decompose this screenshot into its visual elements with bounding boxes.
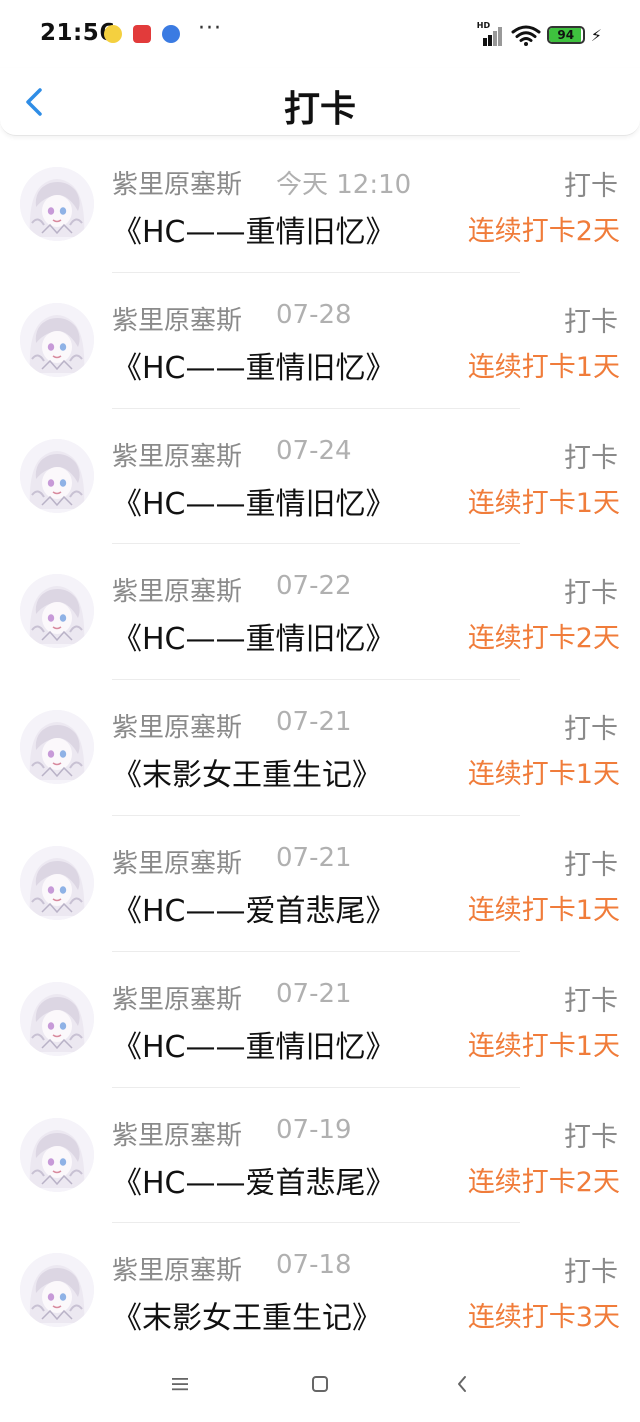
- streak-label: 连续打卡1天: [467, 894, 620, 926]
- checkin-entry[interactable]: 紫里原塞斯 07-21 打卡 《末影女王重生记》 连续打卡1天: [0, 680, 640, 816]
- streak-label: 连续打卡3天: [467, 1302, 620, 1334]
- entry-time: 07-21: [276, 707, 352, 738]
- avatar[interactable]: [20, 1253, 94, 1328]
- entry-time: 今天 12:10: [276, 170, 412, 200]
- user-name: 紫里原塞斯: [112, 713, 243, 744]
- checkin-tag: 打卡: [564, 442, 618, 474]
- book-title: 《HC——爱首悲尾》: [112, 893, 396, 929]
- avatar[interactable]: [20, 302, 94, 377]
- menu-button[interactable]: [160, 1368, 200, 1400]
- user-name: 紫里原塞斯: [112, 1256, 243, 1287]
- avatar[interactable]: [20, 710, 94, 785]
- streak-label: 连续打卡2天: [467, 1166, 620, 1198]
- avatar[interactable]: [20, 438, 94, 513]
- streak-label: 连续打卡2天: [467, 623, 620, 655]
- book-title: 《HC——重情旧忆》: [112, 350, 396, 386]
- notification-app-icon: [104, 25, 122, 43]
- checkin-entry[interactable]: 紫里原塞斯 07-24 打卡 《HC——重情旧忆》 连续打卡1天: [0, 409, 640, 545]
- checkin-tag: 打卡: [564, 985, 618, 1017]
- more-dots-icon: ···: [198, 16, 222, 41]
- book-title: 《HC——重情旧忆》: [112, 486, 396, 522]
- checkin-entry[interactable]: 紫里原塞斯 今天 12:10 打卡 《HC——重情旧忆》 连续打卡2天: [0, 137, 640, 273]
- streak-label: 连续打卡1天: [467, 487, 620, 519]
- entry-time: 07-19: [276, 1114, 352, 1145]
- entry-time: 07-21: [276, 978, 352, 1009]
- back-chevron-icon: [458, 1376, 466, 1392]
- checkin-entry[interactable]: 紫里原塞斯 07-19 打卡 《HC——爱首悲尾》 连续打卡2天: [0, 1088, 640, 1224]
- streak-label: 连续打卡2天: [467, 216, 620, 247]
- checkin-tag: 打卡: [564, 171, 618, 202]
- home-button[interactable]: [300, 1368, 340, 1400]
- checkin-tag: 打卡: [564, 306, 618, 338]
- user-name: 紫里原塞斯: [112, 1120, 243, 1151]
- checkin-tag: 打卡: [564, 849, 618, 881]
- user-name: 紫里原塞斯: [112, 170, 243, 200]
- avatar[interactable]: [20, 574, 94, 649]
- book-title: 《HC——爱首悲尾》: [112, 1165, 396, 1201]
- entry-time: 07-24: [276, 435, 352, 466]
- system-back-button[interactable]: [442, 1368, 482, 1400]
- system-nav-bar: [0, 1346, 640, 1422]
- notification-app-icon: [133, 25, 151, 43]
- avatar[interactable]: [20, 845, 94, 920]
- user-name: 紫里原塞斯: [112, 984, 243, 1015]
- network-badge: HD: [476, 21, 491, 30]
- entry-time: 07-22: [276, 571, 352, 602]
- checkin-entry[interactable]: 紫里原塞斯 07-21 打卡 《HC——重情旧忆》 连续打卡1天: [0, 952, 640, 1088]
- app-header: 打卡: [0, 68, 640, 136]
- checkin-entry[interactable]: 紫里原塞斯 07-21 打卡 《HC——爱首悲尾》 连续打卡1天: [0, 816, 640, 952]
- checkin-entry[interactable]: 紫里原塞斯 07-18 打卡 《末影女王重生记》 连续打卡3天: [0, 1223, 640, 1360]
- checkin-tag: 打卡: [564, 714, 618, 746]
- book-title: 《末影女王重生记》: [112, 758, 382, 794]
- checkin-tag: 打卡: [564, 1257, 618, 1289]
- checkin-list: 紫里原塞斯 今天 12:10 打卡 《HC——重情旧忆》 连续打卡2天 紫里原塞…: [0, 137, 640, 1360]
- streak-label: 连续打卡1天: [467, 1030, 620, 1062]
- page-title: 打卡: [283, 89, 356, 130]
- entry-time: 07-18: [276, 1250, 352, 1281]
- streak-label: 连续打卡1天: [467, 351, 620, 383]
- book-title: 《HC——重情旧忆》: [112, 622, 396, 658]
- book-title: 《HC——重情旧忆》: [112, 215, 396, 250]
- book-title: 《HC——重情旧忆》: [112, 1029, 396, 1065]
- battery-level: 94: [557, 28, 575, 42]
- checkin-tag: 打卡: [564, 578, 618, 610]
- user-name: 紫里原塞斯: [112, 848, 243, 879]
- home-square-icon: [312, 1376, 328, 1392]
- user-name: 紫里原塞斯: [112, 441, 243, 472]
- book-title: 《末影女王重生记》: [112, 1301, 382, 1337]
- avatar[interactable]: [20, 1117, 94, 1192]
- signal-icon: HD: [476, 21, 505, 46]
- entry-time: 07-21: [276, 842, 352, 873]
- streak-label: 连续打卡1天: [467, 759, 620, 791]
- avatar[interactable]: [20, 981, 94, 1056]
- checkin-entry[interactable]: 紫里原塞斯 07-28 打卡 《HC——重情旧忆》 连续打卡1天: [0, 273, 640, 409]
- user-name: 紫里原塞斯: [112, 305, 243, 336]
- checkin-entry[interactable]: 紫里原塞斯 07-22 打卡 《HC——重情旧忆》 连续打卡2天: [0, 544, 640, 681]
- user-name: 紫里原塞斯: [112, 577, 243, 608]
- charging-bolt-icon: ⚡: [590, 25, 602, 45]
- status-bar: 21:56 ··· HD 94 ⚡: [0, 0, 640, 68]
- entry-time: 07-28: [276, 299, 352, 330]
- battery-icon: 94: [546, 26, 585, 44]
- notification-app-icon: [162, 25, 180, 43]
- avatar[interactable]: [20, 167, 94, 241]
- checkin-tag: 打卡: [564, 1121, 618, 1153]
- wifi-icon: [511, 25, 541, 46]
- menu-icon: [172, 1378, 188, 1391]
